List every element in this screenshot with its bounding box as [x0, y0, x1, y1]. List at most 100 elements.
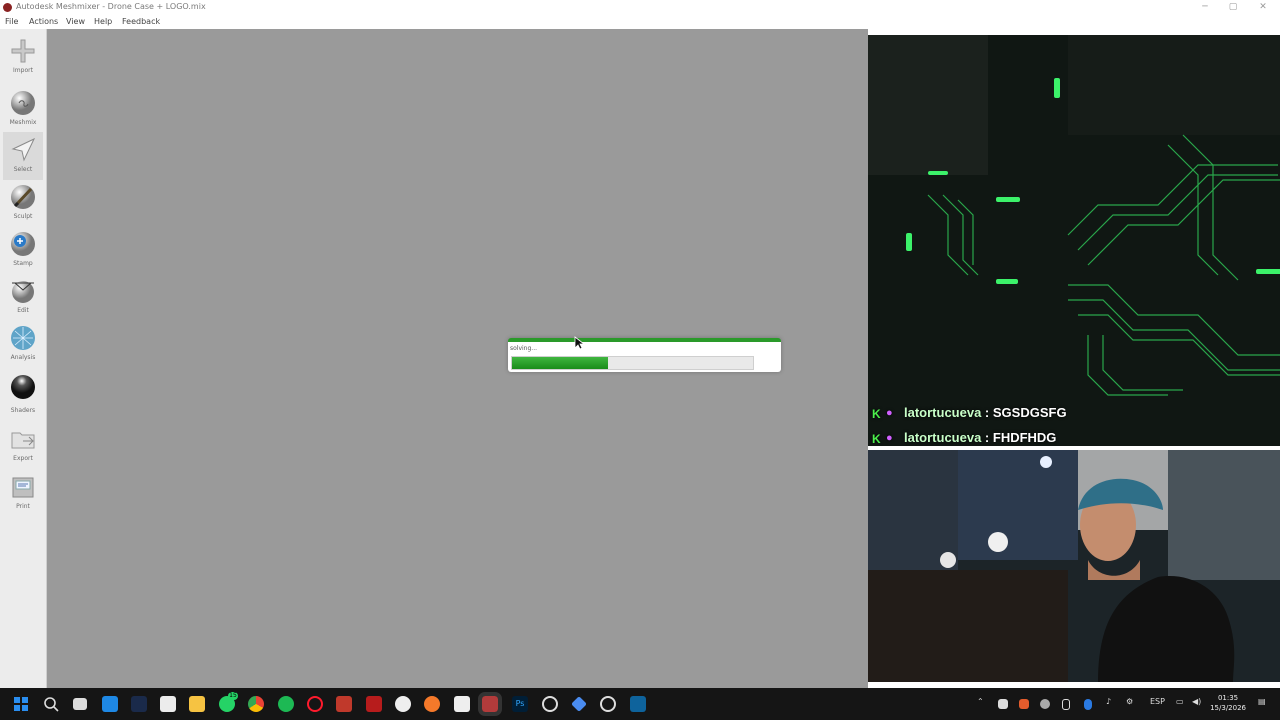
meshmix-tool-button[interactable]: Meshmix: [3, 85, 43, 133]
meshmix-sphere-icon: [11, 91, 35, 115]
chat-text: SGSDGSFG: [992, 405, 1067, 420]
terminal-icon[interactable]: [131, 696, 147, 712]
tool-label: Edit: [17, 307, 29, 314]
task-view-icon[interactable]: [73, 698, 87, 710]
menu-actions[interactable]: Actions: [29, 17, 58, 26]
close-button[interactable]: ✕: [1248, 0, 1278, 15]
microphone-icon[interactable]: ♪: [1106, 697, 1111, 706]
tool-label: Analysis: [10, 354, 36, 361]
gemini-icon[interactable]: [571, 696, 587, 712]
export-folder-icon: [11, 432, 35, 449]
tool-label: Export: [13, 455, 33, 462]
webcam-image: [868, 450, 1280, 682]
kick-badge-icon: K: [872, 431, 881, 446]
bluetooth-icon[interactable]: [1084, 699, 1092, 710]
shaders-tool-button[interactable]: Shaders: [3, 369, 43, 417]
chat-separator: :: [981, 405, 993, 420]
mouse-cursor-icon: [574, 336, 584, 350]
stream-chat: K ● latortucueva : SGSDGSFG K ● latortuc…: [872, 400, 1067, 450]
menu-view[interactable]: View: [66, 17, 85, 26]
maximize-button[interactable]: ▢: [1218, 0, 1248, 15]
search-icon[interactable]: [43, 696, 59, 712]
chatgpt-icon[interactable]: [542, 696, 558, 712]
clock-time: 01:35: [1217, 694, 1239, 702]
volume-icon[interactable]: ◀): [1192, 697, 1201, 706]
title-bar: Autodesk Meshmixer - Drone Case + LOGO.m…: [0, 0, 1280, 15]
tool-label: Select: [13, 166, 33, 173]
window-title: Autodesk Meshmixer - Drone Case + LOGO.m…: [16, 2, 206, 11]
system-clock[interactable]: 01:35 15/3/2026: [1210, 693, 1246, 713]
chat-username: latortucueva: [904, 405, 982, 420]
chat-username: latortucueva: [904, 430, 982, 445]
chat-separator: :: [981, 430, 993, 445]
tray-app-icon[interactable]: [998, 699, 1008, 709]
app-icon[interactable]: [160, 696, 176, 712]
game-icon[interactable]: [336, 696, 352, 712]
sculpt-tool-button[interactable]: Sculpt: [3, 179, 43, 227]
edit-tool-button[interactable]: Edit: [3, 273, 43, 321]
plus-icon: [11, 39, 35, 63]
menu-feedback[interactable]: Feedback: [122, 17, 160, 26]
display-icon[interactable]: ▭: [1176, 697, 1184, 706]
chat-message: K ● latortucueva : SGSDGSFG: [872, 400, 1067, 425]
network-icon[interactable]: ⚙: [1126, 697, 1133, 706]
language-indicator[interactable]: ESP: [1150, 697, 1165, 706]
microphone-badge-icon: ●: [886, 406, 893, 419]
tray-app-icon[interactable]: [1019, 699, 1029, 709]
tool-label: Import: [13, 67, 33, 74]
app-s-icon[interactable]: [395, 696, 411, 712]
app-icon[interactable]: [600, 696, 616, 712]
select-arrow-icon: [11, 137, 36, 162]
tray-app-icon[interactable]: [1040, 699, 1050, 709]
app-red-icon[interactable]: [366, 696, 382, 712]
kick-badge-icon: K: [872, 406, 881, 421]
visual-studio-icon[interactable]: [630, 696, 646, 712]
menu-help[interactable]: Help: [94, 17, 112, 26]
blender-icon[interactable]: [424, 696, 440, 712]
menu-file[interactable]: File: [5, 17, 18, 26]
meshmixer-icon[interactable]: [478, 692, 502, 716]
chrome-icon[interactable]: [248, 696, 264, 712]
tool-label: Meshmix: [9, 119, 37, 126]
notifications-icon[interactable]: ▤: [1258, 697, 1266, 706]
select-tool-button[interactable]: Select: [3, 132, 43, 180]
webcam-feed: [868, 450, 1280, 682]
stream-overlay-background: [868, 35, 1280, 446]
analysis-tool-button[interactable]: Analysis: [3, 320, 43, 368]
spotify-icon[interactable]: [278, 696, 294, 712]
tool-panel: Import Meshmix Select Sculpt Stamp Edit …: [0, 29, 47, 688]
progress-dialog: solving...: [508, 338, 781, 372]
store-icon[interactable]: [102, 696, 118, 712]
tool-label: Print: [16, 503, 30, 510]
minimize-button[interactable]: ─: [1190, 0, 1220, 15]
tool-label: Stamp: [13, 260, 33, 267]
edit-sphere-icon: [12, 281, 34, 303]
print-tool-button[interactable]: Print: [3, 469, 43, 517]
start-icon[interactable]: [13, 696, 29, 712]
taskbar: 15 Ps ⌃ ♪ ⚙ ESP ▭ ◀) 01:35 15/3/2026 ▤: [0, 688, 1280, 720]
file-explorer-icon[interactable]: [189, 696, 205, 712]
opera-icon[interactable]: [307, 696, 323, 712]
photoshop-icon[interactable]: Ps: [512, 696, 528, 712]
tool-label: Sculpt: [13, 213, 33, 220]
printer-icon: [12, 477, 34, 498]
menu-bar: File Actions View Help Feedback: [0, 15, 1280, 29]
chat-message: K ● latortucueva : FHDFHDG: [872, 425, 1067, 450]
microphone-badge-icon: ●: [886, 431, 893, 444]
progress-bar: [511, 356, 754, 370]
usb-icon[interactable]: [1062, 699, 1070, 710]
tray-overflow-icon[interactable]: ⌃: [977, 697, 984, 706]
meshmixer-app-icon: [3, 3, 12, 12]
export-tool-button[interactable]: Export: [3, 421, 43, 469]
progress-status-text: solving...: [510, 345, 538, 352]
stamp-sphere-icon: [11, 232, 35, 256]
brush-icon: [11, 185, 35, 209]
notification-badge: 15: [228, 692, 238, 700]
inkscape-icon[interactable]: [454, 696, 470, 712]
import-tool-button[interactable]: Import: [3, 33, 43, 81]
tool-label: Shaders: [10, 407, 36, 414]
chat-text: FHDFHDG: [992, 430, 1057, 445]
clock-date: 15/3/2026: [1210, 704, 1246, 712]
stamp-tool-button[interactable]: Stamp: [3, 226, 43, 274]
analysis-sphere-icon: [11, 326, 35, 350]
